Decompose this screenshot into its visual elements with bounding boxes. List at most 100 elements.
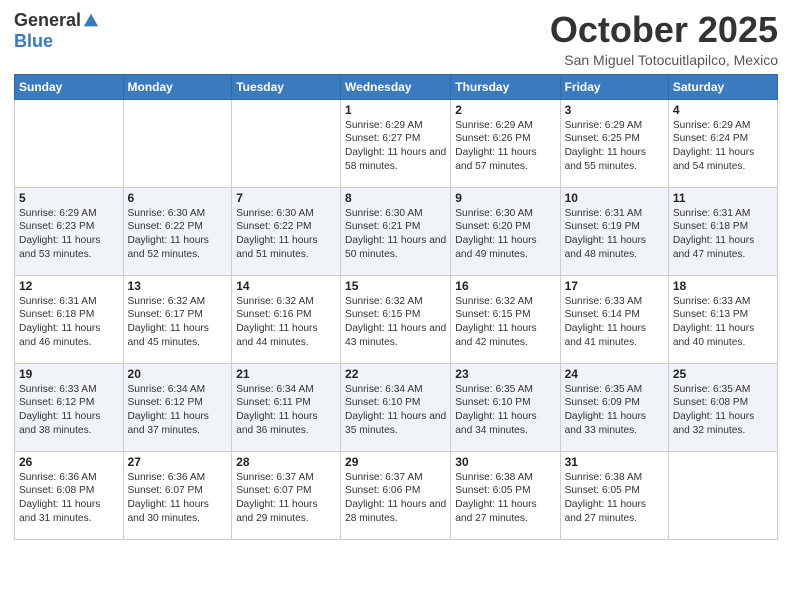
day-number: 27 <box>128 455 228 469</box>
day-number: 3 <box>565 103 664 117</box>
day-info: Sunrise: 6:29 AM Sunset: 6:24 PM Dayligh… <box>673 119 773 174</box>
day-info: Sunrise: 6:37 AM Sunset: 6:07 PM Dayligh… <box>236 471 336 526</box>
day-info: Sunrise: 6:30 AM Sunset: 6:20 PM Dayligh… <box>455 207 555 262</box>
day-number: 26 <box>19 455 119 469</box>
calendar-week-row: 1 Sunrise: 6:29 AM Sunset: 6:27 PM Daylig… <box>15 99 778 187</box>
table-row: 22 Sunrise: 6:34 AM Sunset: 6:10 PM Dayli… <box>341 363 451 451</box>
table-row: 15 Sunrise: 6:32 AM Sunset: 6:15 PM Dayli… <box>341 275 451 363</box>
table-row <box>232 99 341 187</box>
calendar-week-row: 26 Sunrise: 6:36 AM Sunset: 6:08 PM Dayli… <box>15 451 778 539</box>
table-row: 17Sunrise: 6:33 AM Sunset: 6:14 PM Dayli… <box>560 275 668 363</box>
table-row: 1 Sunrise: 6:29 AM Sunset: 6:27 PM Daylig… <box>341 99 451 187</box>
title-location: San Miguel Totocuitlapilco, Mexico <box>550 52 778 68</box>
table-row: 3 Sunrise: 6:29 AM Sunset: 6:25 PM Daylig… <box>560 99 668 187</box>
day-info: Sunrise: 6:36 AM Sunset: 6:08 PM Dayligh… <box>19 471 119 526</box>
day-number: 22 <box>345 367 446 381</box>
day-number: 11 <box>673 191 773 205</box>
title-block: October 2025 San Miguel Totocuitlapilco,… <box>550 10 778 68</box>
day-number: 14 <box>236 279 336 293</box>
day-info: Sunrise: 6:34 AM Sunset: 6:11 PM Dayligh… <box>236 383 336 438</box>
day-number: 29 <box>345 455 446 469</box>
day-info: Sunrise: 6:35 AM Sunset: 6:10 PM Dayligh… <box>455 383 555 438</box>
day-number: 30 <box>455 455 555 469</box>
table-row: 14 Sunrise: 6:32 AM Sunset: 6:16 PM Dayli… <box>232 275 341 363</box>
table-row: 23Sunrise: 6:35 AM Sunset: 6:10 PM Dayli… <box>451 363 560 451</box>
header-sunday: Sunday <box>15 74 124 99</box>
table-row: 28 Sunrise: 6:37 AM Sunset: 6:07 PM Dayli… <box>232 451 341 539</box>
calendar-week-row: 12 Sunrise: 6:31 AM Sunset: 6:18 PM Dayli… <box>15 275 778 363</box>
day-number: 12 <box>19 279 119 293</box>
table-row: 11 Sunrise: 6:31 AM Sunset: 6:18 PM Dayli… <box>668 187 777 275</box>
day-info: Sunrise: 6:29 AM Sunset: 6:25 PM Dayligh… <box>565 119 664 174</box>
table-row: 6 Sunrise: 6:30 AM Sunset: 6:22 PM Daylig… <box>123 187 232 275</box>
day-info: Sunrise: 6:33 AM Sunset: 6:14 PM Dayligh… <box>565 295 664 350</box>
day-number: 10 <box>565 191 664 205</box>
day-info: Sunrise: 6:29 AM Sunset: 6:26 PM Dayligh… <box>455 119 555 174</box>
table-row: 29 Sunrise: 6:37 AM Sunset: 6:06 PM Dayli… <box>341 451 451 539</box>
table-row: 9 Sunrise: 6:30 AM Sunset: 6:20 PM Daylig… <box>451 187 560 275</box>
calendar-week-row: 5Sunrise: 6:29 AM Sunset: 6:23 PM Daylig… <box>15 187 778 275</box>
day-number: 6 <box>128 191 228 205</box>
calendar-header-row: Sunday Monday Tuesday Wednesday Thursday… <box>15 74 778 99</box>
day-info: Sunrise: 6:35 AM Sunset: 6:09 PM Dayligh… <box>565 383 664 438</box>
day-number: 31 <box>565 455 664 469</box>
day-info: Sunrise: 6:38 AM Sunset: 6:05 PM Dayligh… <box>455 471 555 526</box>
day-info: Sunrise: 6:30 AM Sunset: 6:22 PM Dayligh… <box>236 207 336 262</box>
logo-icon <box>82 12 100 30</box>
day-info: Sunrise: 6:33 AM Sunset: 6:12 PM Dayligh… <box>19 383 119 438</box>
header-wednesday: Wednesday <box>341 74 451 99</box>
table-row: 30 Sunrise: 6:38 AM Sunset: 6:05 PM Dayli… <box>451 451 560 539</box>
table-row: 31 Sunrise: 6:38 AM Sunset: 6:05 PM Dayli… <box>560 451 668 539</box>
logo-general-text: General <box>14 10 81 31</box>
calendar-week-row: 19 Sunrise: 6:33 AM Sunset: 6:12 PM Dayli… <box>15 363 778 451</box>
day-number: 13 <box>128 279 228 293</box>
day-info: Sunrise: 6:32 AM Sunset: 6:15 PM Dayligh… <box>345 295 446 350</box>
day-number: 4 <box>673 103 773 117</box>
table-row: 8 Sunrise: 6:30 AM Sunset: 6:21 PM Daylig… <box>341 187 451 275</box>
day-number: 18 <box>673 279 773 293</box>
header-tuesday: Tuesday <box>232 74 341 99</box>
day-info: Sunrise: 6:37 AM Sunset: 6:06 PM Dayligh… <box>345 471 446 526</box>
logo-blue-text: Blue <box>14 31 53 51</box>
day-info: Sunrise: 6:32 AM Sunset: 6:16 PM Dayligh… <box>236 295 336 350</box>
day-info: Sunrise: 6:38 AM Sunset: 6:05 PM Dayligh… <box>565 471 664 526</box>
day-info: Sunrise: 6:30 AM Sunset: 6:21 PM Dayligh… <box>345 207 446 262</box>
table-row: 19 Sunrise: 6:33 AM Sunset: 6:12 PM Dayli… <box>15 363 124 451</box>
day-info: Sunrise: 6:31 AM Sunset: 6:18 PM Dayligh… <box>673 207 773 262</box>
day-number: 7 <box>236 191 336 205</box>
day-number: 20 <box>128 367 228 381</box>
day-number: 1 <box>345 103 446 117</box>
day-info: Sunrise: 6:33 AM Sunset: 6:13 PM Dayligh… <box>673 295 773 350</box>
table-row: 5Sunrise: 6:29 AM Sunset: 6:23 PM Daylig… <box>15 187 124 275</box>
day-number: 5 <box>19 191 119 205</box>
table-row: 4 Sunrise: 6:29 AM Sunset: 6:24 PM Daylig… <box>668 99 777 187</box>
table-row: 26 Sunrise: 6:36 AM Sunset: 6:08 PM Dayli… <box>15 451 124 539</box>
day-number: 8 <box>345 191 446 205</box>
header-friday: Friday <box>560 74 668 99</box>
title-month: October 2025 <box>550 10 778 50</box>
day-info: Sunrise: 6:30 AM Sunset: 6:22 PM Dayligh… <box>128 207 228 262</box>
table-row <box>123 99 232 187</box>
calendar-table: Sunday Monday Tuesday Wednesday Thursday… <box>14 74 778 540</box>
table-row: 2 Sunrise: 6:29 AM Sunset: 6:26 PM Daylig… <box>451 99 560 187</box>
table-row: 7 Sunrise: 6:30 AM Sunset: 6:22 PM Daylig… <box>232 187 341 275</box>
header-thursday: Thursday <box>451 74 560 99</box>
table-row: 20Sunrise: 6:34 AM Sunset: 6:12 PM Dayli… <box>123 363 232 451</box>
table-row: 18 Sunrise: 6:33 AM Sunset: 6:13 PM Dayli… <box>668 275 777 363</box>
day-number: 2 <box>455 103 555 117</box>
day-info: Sunrise: 6:34 AM Sunset: 6:10 PM Dayligh… <box>345 383 446 438</box>
table-row <box>668 451 777 539</box>
table-row: 16Sunrise: 6:32 AM Sunset: 6:15 PM Dayli… <box>451 275 560 363</box>
day-info: Sunrise: 6:31 AM Sunset: 6:19 PM Dayligh… <box>565 207 664 262</box>
day-number: 9 <box>455 191 555 205</box>
table-row: 12 Sunrise: 6:31 AM Sunset: 6:18 PM Dayli… <box>15 275 124 363</box>
day-info: Sunrise: 6:31 AM Sunset: 6:18 PM Dayligh… <box>19 295 119 350</box>
day-number: 15 <box>345 279 446 293</box>
day-info: Sunrise: 6:36 AM Sunset: 6:07 PM Dayligh… <box>128 471 228 526</box>
day-number: 28 <box>236 455 336 469</box>
table-row: 24Sunrise: 6:35 AM Sunset: 6:09 PM Dayli… <box>560 363 668 451</box>
table-row: 25Sunrise: 6:35 AM Sunset: 6:08 PM Dayli… <box>668 363 777 451</box>
day-number: 19 <box>19 367 119 381</box>
table-row: 13Sunrise: 6:32 AM Sunset: 6:17 PM Dayli… <box>123 275 232 363</box>
day-info: Sunrise: 6:29 AM Sunset: 6:27 PM Dayligh… <box>345 119 446 174</box>
